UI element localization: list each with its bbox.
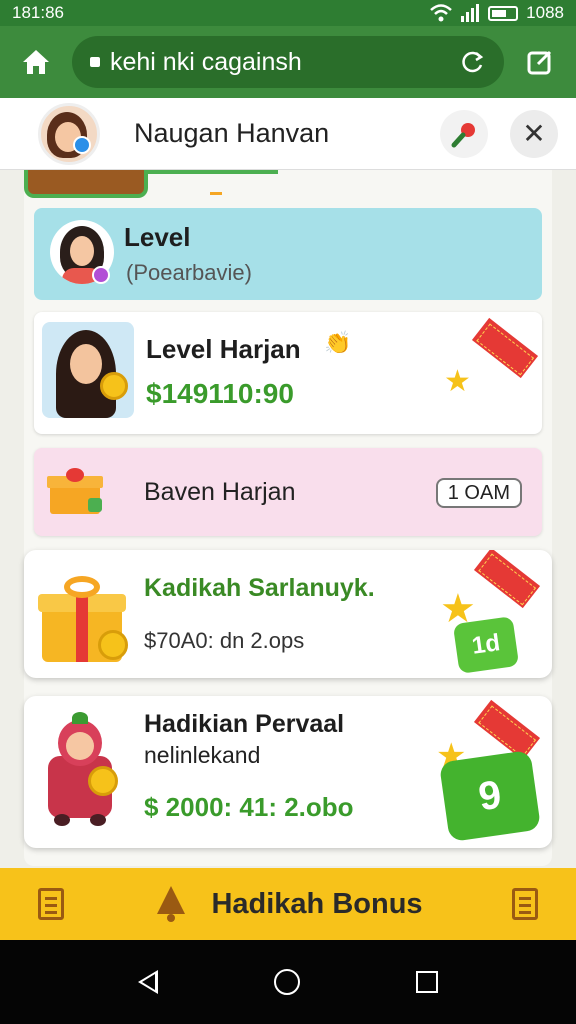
ribbon-icon [473,550,541,609]
status-time: 181:86 [12,3,64,22]
signal-icon [461,4,480,22]
divider [148,170,278,174]
home-circle-icon[interactable] [274,969,300,995]
gift-icon [38,574,128,662]
card-title: Baven Harjan [144,478,296,506]
coin-icon [88,766,118,796]
home-icon [23,50,49,74]
list-item[interactable]: Kadikah Sarlanuyk. $70A0: dn 2.ops ★ 1d [24,550,552,678]
previous-card-edge [24,170,148,198]
ribbon-icon [471,317,539,379]
bonus-label: Hadikah Bonus [211,887,423,920]
close-button[interactable]: ✕ [510,109,558,158]
card-subtitle: nelinlekand [144,742,261,768]
bell-icon [157,886,186,922]
home-button[interactable] [14,40,58,84]
edit-icon [527,50,552,75]
stack-icon[interactable] [512,888,538,920]
browser-toolbar: kehi nki cagainsh [0,26,576,98]
list-item[interactable]: Level Harjan 👏 $149110:90 ★ [34,312,542,434]
list-item[interactable]: Hadikian Pervaal nelinlekand $ 2000: 41:… [24,696,552,848]
gift-icon [47,468,103,514]
card-title: Level Harjan [146,334,301,364]
wifi-icon [430,4,453,22]
system-nav-bar [0,940,576,1024]
time-badge: 1 OAM [435,478,522,508]
profile-name: Naugan Hanvan [134,118,330,148]
status-dot-icon [92,266,110,284]
star-icon: ★ [444,365,471,398]
clap-icon: 👏 [324,330,352,355]
divider [210,192,222,195]
ribbon-icon [473,699,541,761]
document-icon[interactable] [38,888,64,920]
url-text: kehi nki cagainsh [110,47,302,76]
bonus-bar[interactable]: Hadikah Bonus [0,868,576,940]
reward-tile[interactable]: 1d [452,616,520,674]
status-clock: 1088 [526,3,564,22]
list-item[interactable]: Baven Harjan 1 OAM [34,448,542,536]
profile-header: Naugan Hanvan ✕ [0,98,576,170]
reward-tile[interactable]: 9 [438,749,542,843]
battery-icon [488,5,519,21]
verified-badge-icon [73,135,91,154]
user-illustration [42,322,134,418]
coin-icon [100,372,128,400]
card-subtitle: (Poearbavie) [126,260,252,285]
bonus-button[interactable]: Hadikah Bonus [153,884,423,924]
rewards-list[interactable]: Level (Poearbavie) Level Harjan 👏 $14911… [24,170,552,866]
card-amount: $ 2000: 41: 2.obo [144,792,354,822]
edit-button[interactable] [518,40,562,84]
back-icon[interactable] [138,970,158,994]
card-title: Level [124,222,191,252]
status-icons: 1088 [430,3,564,23]
card-amount: $149110:90 [146,378,294,409]
card-subtitle: $70A0: dn 2.ops [144,628,305,653]
list-item[interactable]: Level (Poearbavie) [34,208,542,300]
card-title: Kadikah Sarlanuyk. [144,574,375,602]
recent-apps-icon[interactable] [416,971,438,993]
avatar[interactable] [38,102,100,165]
mascot-illustration [44,712,120,826]
address-bar[interactable]: kehi nki cagainsh [72,36,504,88]
lock-icon [90,57,100,67]
microphone-button[interactable] [440,109,488,158]
microphone-icon [451,122,475,147]
reload-icon[interactable] [460,49,486,75]
status-bar: 181:86 1088 [0,0,576,26]
card-title: Hadikian Pervaal [144,710,345,738]
